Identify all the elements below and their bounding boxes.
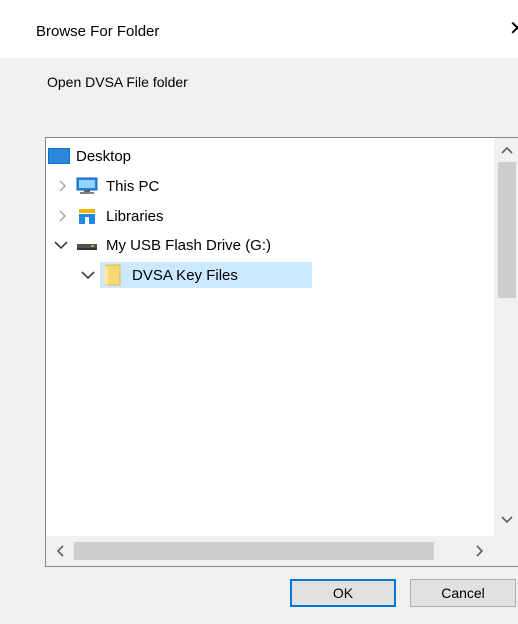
tree-item-desktop[interactable]: Desktop xyxy=(48,144,131,168)
scroll-corner xyxy=(494,536,518,566)
tree-item-dvsa-key-files[interactable]: DVSA Key Files xyxy=(102,263,238,287)
libraries-icon xyxy=(79,209,95,224)
chevron-down-icon[interactable] xyxy=(54,233,68,257)
instruction-text: Open DVSA File folder xyxy=(47,74,188,90)
ok-button[interactable]: OK xyxy=(290,579,396,607)
chevron-right-icon[interactable] xyxy=(56,204,70,228)
tree-item-label: Desktop xyxy=(76,147,132,165)
tree-item-label: Libraries xyxy=(106,207,164,225)
dialog-title: Browse For Folder xyxy=(36,23,160,40)
tree-item-this-pc[interactable]: This PC xyxy=(76,174,159,198)
tree-item-label: My USB Flash Drive (G:) xyxy=(106,236,272,254)
usb-drive-icon xyxy=(77,244,97,250)
folder-tree[interactable]: Desktop This PC Libraries My USB Flash D… xyxy=(45,137,518,567)
tree-item-label: DVSA Key Files xyxy=(132,266,238,284)
dialog-titlebar: Browse For Folder ✕ xyxy=(0,0,518,58)
vertical-scrollbar[interactable] xyxy=(494,138,518,536)
horizontal-scroll-thumb[interactable] xyxy=(74,542,434,560)
chevron-right-icon[interactable] xyxy=(56,174,70,198)
scroll-right-icon[interactable] xyxy=(476,545,484,557)
chevron-down-icon[interactable] xyxy=(81,263,95,287)
horizontal-scrollbar[interactable] xyxy=(46,536,494,566)
computer-icon xyxy=(76,177,98,194)
folder-icon xyxy=(104,264,121,286)
vertical-scroll-thumb[interactable] xyxy=(498,162,516,298)
scroll-left-icon[interactable] xyxy=(56,545,64,557)
desktop-icon xyxy=(48,148,70,164)
scroll-up-icon[interactable] xyxy=(501,146,513,154)
scroll-down-icon[interactable] xyxy=(501,516,513,524)
close-icon[interactable]: ✕ xyxy=(509,19,518,39)
tree-item-usb-drive[interactable]: My USB Flash Drive (G:) xyxy=(76,233,271,257)
tree-item-label: This PC xyxy=(106,177,160,195)
cancel-button[interactable]: Cancel xyxy=(410,579,516,607)
tree-item-libraries[interactable]: Libraries xyxy=(76,204,164,228)
